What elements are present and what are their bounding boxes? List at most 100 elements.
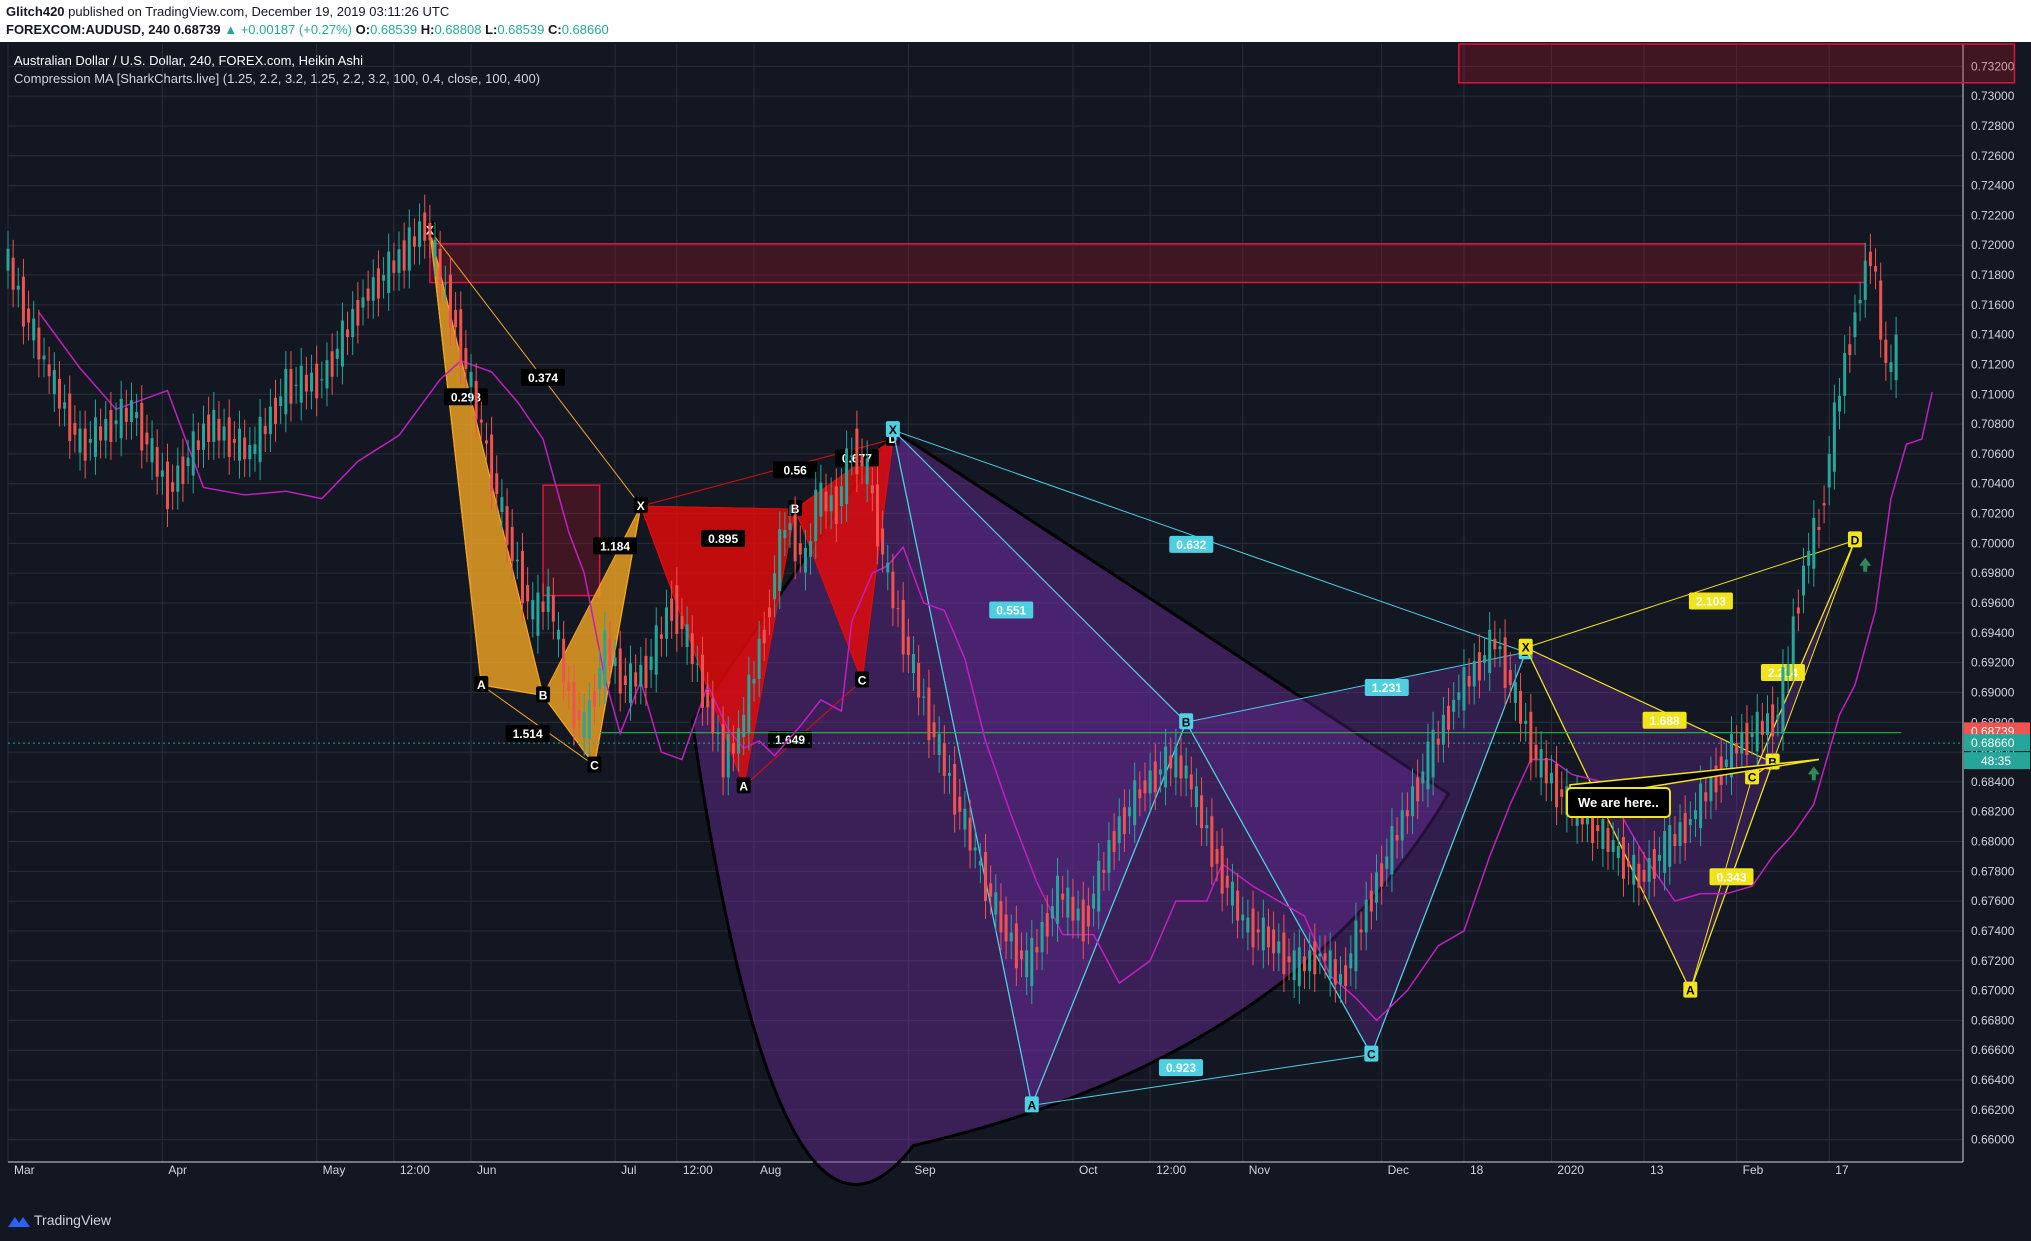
candle-body [93,417,97,457]
ratio-label: 0.632 [1176,538,1206,552]
candle-body [855,428,859,475]
y-tick-label: 0.72800 [1971,119,2015,133]
publish-info: published on TradingView.com, December 1… [68,4,450,19]
candle-body [623,675,627,685]
y-tick-label: 0.72600 [1971,149,2015,163]
y-tick-label: 0.72400 [1971,179,2015,193]
candle-body [330,351,334,377]
candle-body [57,378,61,409]
candle-body [351,308,355,338]
candle-body [484,440,488,444]
candle-body [1853,312,1857,338]
y-tick-label: 0.69200 [1971,656,2015,670]
candle-body [1421,771,1425,784]
candle-body [1534,744,1538,760]
candle-body [716,733,720,735]
candle-body [1858,299,1862,304]
candle-body [438,248,442,284]
candle-body [1220,845,1224,894]
y-tick-label: 0.70800 [1971,417,2015,431]
candle-body [1781,667,1785,733]
candle-body [335,348,339,359]
candle-body [1776,714,1780,719]
candle-body [649,656,653,671]
countdown-tag-text: 48:35 [1981,754,2011,768]
candle-body [1426,741,1430,790]
candle-body [608,638,612,666]
pattern-point-label: C [858,674,867,688]
candle-body [788,523,792,530]
candle-body [63,402,67,409]
candle-body [865,458,869,485]
candle-body [582,711,586,738]
annotation-note[interactable]: We are here.. [1566,787,1671,818]
pattern-point-label: C [1748,770,1757,784]
candle-body [1493,638,1497,650]
candle-body [37,327,41,360]
candle-body [618,648,622,694]
candle-body [186,457,190,467]
candle-body [1086,905,1090,927]
candle-body [88,439,92,443]
x-tick-label: Apr [168,1163,187,1177]
candle-body [665,607,669,639]
candle-body [1158,769,1162,775]
candle-body [747,674,751,733]
candle-body [304,374,308,392]
candle-body [737,728,741,754]
candle-body [629,663,633,703]
candle-body [731,743,735,754]
candle-body [1621,837,1625,879]
candle-body [937,734,941,756]
candle-body [42,355,46,360]
y-tick-label: 0.71800 [1971,268,2015,282]
candle-body [1282,932,1286,975]
candle-body [1843,353,1847,396]
y-tick-label: 0.70000 [1971,536,2015,550]
candle-body [690,633,694,665]
tradingview-logo[interactable]: TradingView [8,1212,111,1228]
candle-body [1760,720,1764,735]
symbol[interactable]: FOREXCOM:AUDUSD, 240 [6,22,170,37]
candle-body [1817,526,1821,530]
candle-body [376,268,380,299]
candle-body [1313,941,1317,975]
candle-body [1884,339,1888,364]
y-tick-label: 0.71400 [1971,328,2015,342]
candle-body [1544,758,1548,784]
y-tick-label: 0.73000 [1971,89,2015,103]
author-name[interactable]: Glitch420 [6,4,65,19]
candle-body [1107,840,1111,873]
candle-body [268,406,272,435]
y-tick-label: 0.71000 [1971,387,2015,401]
candle-body [520,550,524,603]
candle-body [1097,860,1101,912]
candle-body [1647,857,1651,882]
candle-body [1261,917,1265,951]
pattern-point-label: X [1522,641,1530,655]
candle-body [1519,690,1523,724]
indicator-label[interactable]: Compression MA [SharkCharts.live] (1.25,… [14,70,540,88]
candle-body [176,465,180,492]
candle-body [531,600,535,620]
candle-body [196,440,200,450]
candle-body [1040,922,1044,953]
candle-body [1668,825,1672,867]
low-value: 0.68539 [497,22,545,37]
candle-body [1014,923,1018,969]
y-tick-label: 0.67200 [1971,954,2015,968]
candle-body [1735,743,1739,754]
price-chart[interactable]: 0.732000.730000.728000.726000.724000.722… [0,42,2031,1200]
pattern-point-label: A [1027,1098,1036,1112]
candle-body [140,403,144,451]
candle-body [16,285,20,290]
candle-body [1050,906,1054,919]
candle-body [114,420,118,425]
candle-body [1385,856,1389,869]
candle-body [191,431,195,476]
low-label: L: [485,22,498,37]
candle-body [459,309,463,366]
candle-body [1292,950,1296,981]
candle-body [160,470,164,477]
candle-body [243,437,247,460]
